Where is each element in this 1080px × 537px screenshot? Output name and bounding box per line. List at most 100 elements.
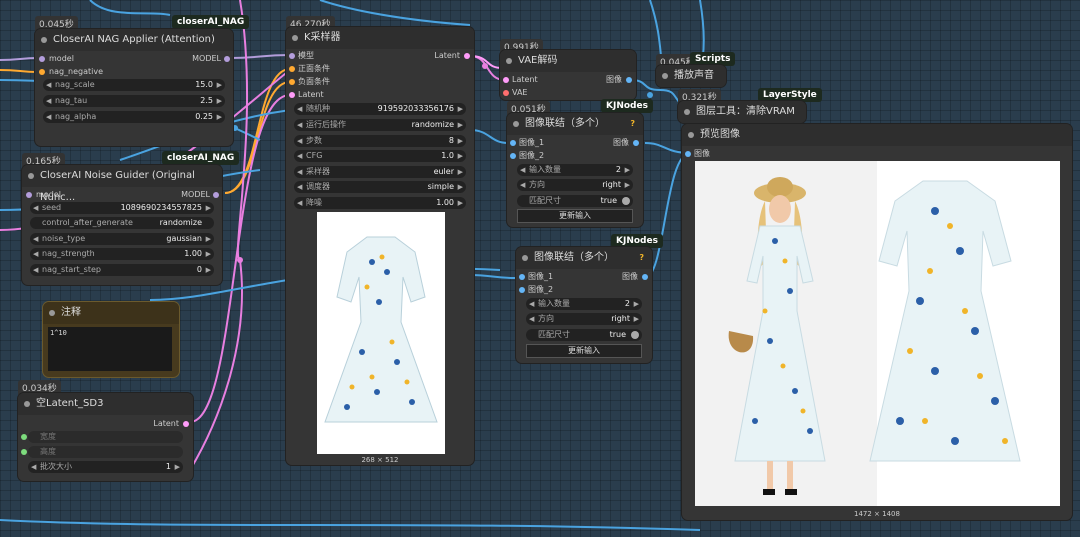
image2-input-pin[interactable] <box>510 153 516 159</box>
nag-scale-value: 15.0 <box>195 80 213 89</box>
direction-value: right <box>611 314 630 323</box>
update-inputs-button[interactable]: 更新输入 <box>517 209 633 223</box>
nag-alpha-widget[interactable]: ◀ nag_alpha 0.25 ▶ <box>43 111 225 123</box>
vae-decode-node[interactable]: VAE解码 Latent 图像 VAE <box>500 50 636 100</box>
image-concat-node-2[interactable]: 图像联结（多个） ? 图像_1 图像 图像_2 ◀ 输入数量 2 ▶ ◀ 方向 right… <box>516 247 652 363</box>
height-widget[interactable]: 高度 <box>28 446 183 458</box>
sampler-widget[interactable]: ◀ 采样器 euler ▶ <box>294 166 466 178</box>
sound-badge: Scripts <box>690 52 736 66</box>
direction-label: 方向 <box>529 180 545 189</box>
ksampler-node[interactable]: K采样器 模型 Latent 正面条件 负面条件 Latent ◀ 随机种 9195… <box>286 27 474 465</box>
latent-output-pin[interactable] <box>464 53 470 59</box>
input-count-label: 输入数量 <box>538 299 570 308</box>
control-after-generate-widget[interactable]: ◀ 运行后操作 randomize ▶ <box>294 119 466 131</box>
noise-guider-title[interactable]: CloserAI Noise Guider (Original Nunc... <box>22 165 222 203</box>
direction-value: right <box>602 180 621 189</box>
latent-input-pin[interactable] <box>289 92 295 98</box>
image-concat-title[interactable]: 图像联结（多个） <box>516 247 652 269</box>
concat2-badge: KJNodes <box>611 234 663 248</box>
play-sound-title[interactable]: 播放声音 <box>656 65 726 87</box>
help-icon[interactable]: ? <box>639 252 644 264</box>
model-output-pin[interactable] <box>224 56 230 62</box>
nag-applier-title[interactable]: CloserAI NAG Applier (Attention) <box>35 29 233 51</box>
input-count-widget[interactable]: ◀ 输入数量 2 ▶ <box>526 298 642 310</box>
ksampler-title[interactable]: K采样器 <box>286 27 474 49</box>
latent-input-label: Latent <box>512 75 538 84</box>
play-sound-node[interactable]: 播放声音 <box>656 65 726 87</box>
preview-image-node[interactable]: 预览图像 图像 1472 × 1408 <box>682 124 1072 520</box>
image-concat-node-1[interactable]: 图像联结（多个） ? 图像_1 图像 图像_2 ◀ 输入数量 2 ▶ ◀ 方向 right… <box>507 113 643 227</box>
image-output-pin[interactable] <box>642 274 648 280</box>
match-size-toggle[interactable]: 匹配尺寸 true <box>526 329 642 341</box>
control-after-generate-label: 运行后操作 <box>306 120 346 129</box>
nag-scale-widget[interactable]: ◀ nag_scale 15.0 ▶ <box>43 79 225 91</box>
image-concat-title[interactable]: 图像联结（多个） <box>507 113 643 135</box>
image2-input-label: 图像_2 <box>519 151 545 160</box>
clear-vram-title[interactable]: 图层工具：清除VRAM V2 <box>678 101 806 139</box>
denoise-value: 1.00 <box>436 198 454 207</box>
input-count-label: 输入数量 <box>529 165 561 174</box>
model-input-label: 模型 <box>298 51 314 60</box>
vae-input-label: VAE <box>512 88 528 97</box>
image1-input-pin[interactable] <box>519 274 525 280</box>
seed-widget[interactable]: ◀ seed 1089690234557825 ▶ <box>30 202 214 214</box>
height-input-pin[interactable] <box>21 449 27 455</box>
direction-widget[interactable]: ◀ 方向 right ▶ <box>526 313 642 325</box>
image1-input-pin[interactable] <box>510 140 516 146</box>
seed-widget[interactable]: ◀ 随机种 919592033356176 ▶ <box>294 103 466 115</box>
model-input-label: model <box>36 190 61 199</box>
control-after-generate-widget[interactable]: control_after_generate randomize <box>30 217 214 229</box>
width-widget[interactable]: 宽度 <box>28 431 183 443</box>
nag-applier-node[interactable]: CloserAI NAG Applier (Attention) model M… <box>35 29 233 146</box>
seed-label: 随机种 <box>306 104 330 113</box>
note-title[interactable]: 注释 <box>43 302 179 324</box>
match-size-toggle[interactable]: 匹配尺寸 true <box>517 195 633 207</box>
image1-input-label: 图像_1 <box>528 272 554 281</box>
update-inputs-button[interactable]: 更新输入 <box>526 344 642 358</box>
nag-strength-widget[interactable]: ◀ nag_strength 1.00 ▶ <box>30 248 214 260</box>
help-icon[interactable]: ? <box>630 118 635 130</box>
empty-latent-node[interactable]: 空Latent_SD3 Latent 宽度 高度 ◀ 批次大小 1 ▶ <box>18 393 193 481</box>
model-input-pin[interactable] <box>289 53 295 59</box>
positive-input-pin[interactable] <box>289 66 295 72</box>
denoise-widget[interactable]: ◀ 降噪 1.00 ▶ <box>294 197 466 209</box>
match-size-label: 匹配尺寸 <box>538 330 570 339</box>
scheduler-widget[interactable]: ◀ 调度器 simple ▶ <box>294 181 466 193</box>
vae-decode-title[interactable]: VAE解码 <box>500 50 636 72</box>
image-output-pin[interactable] <box>626 77 632 83</box>
image2-input-pin[interactable] <box>519 287 525 293</box>
negative-input-pin[interactable] <box>289 79 295 85</box>
model-output-pin[interactable] <box>213 192 219 198</box>
steps-widget[interactable]: ◀ 步数 8 ▶ <box>294 135 466 147</box>
model-input-pin[interactable] <box>39 56 45 62</box>
noise-type-widget[interactable]: ◀ noise_type gaussian ▶ <box>30 233 214 245</box>
nag-tau-label: nag_tau <box>55 96 88 105</box>
width-input-pin[interactable] <box>21 434 27 440</box>
input-count-widget[interactable]: ◀ 输入数量 2 ▶ <box>517 164 633 176</box>
noise-type-label: noise_type <box>42 234 86 243</box>
batch-size-widget[interactable]: ◀ 批次大小 1 ▶ <box>28 461 183 473</box>
vae-input-pin[interactable] <box>503 90 509 96</box>
nag-scale-label: nag_scale <box>55 80 95 89</box>
model-input-pin[interactable] <box>26 192 32 198</box>
image-output-pin[interactable] <box>633 140 639 146</box>
note-textarea[interactable]: 1^10 <box>48 327 172 371</box>
nag-negative-label: nag_negative <box>49 67 104 76</box>
cfg-label: CFG <box>306 151 323 160</box>
empty-latent-title[interactable]: 空Latent_SD3 <box>18 393 193 415</box>
image2-input-label: 图像_2 <box>528 285 554 294</box>
clear-vram-node[interactable]: 图层工具：清除VRAM V2 <box>678 101 806 139</box>
nag-start-step-widget[interactable]: ◀ nag_start_step 0 ▶ <box>30 264 214 276</box>
image-input-pin[interactable] <box>685 151 691 157</box>
preview-image-title[interactable]: 预览图像 <box>682 124 1072 146</box>
match-size-value: true <box>600 196 617 205</box>
note-node[interactable]: 注释 1^10 <box>43 302 179 377</box>
nag-tau-widget[interactable]: ◀ nag_tau 2.5 ▶ <box>43 95 225 107</box>
latent-output-pin[interactable] <box>183 421 189 427</box>
seed-label: seed <box>42 203 62 212</box>
noise-guider-node[interactable]: CloserAI Noise Guider (Original Nunc... … <box>22 165 222 285</box>
latent-input-pin[interactable] <box>503 77 509 83</box>
cfg-widget[interactable]: ◀ CFG 1.0 ▶ <box>294 150 466 162</box>
direction-widget[interactable]: ◀ 方向 right ▶ <box>517 179 633 191</box>
nag-negative-pin[interactable] <box>39 69 45 75</box>
